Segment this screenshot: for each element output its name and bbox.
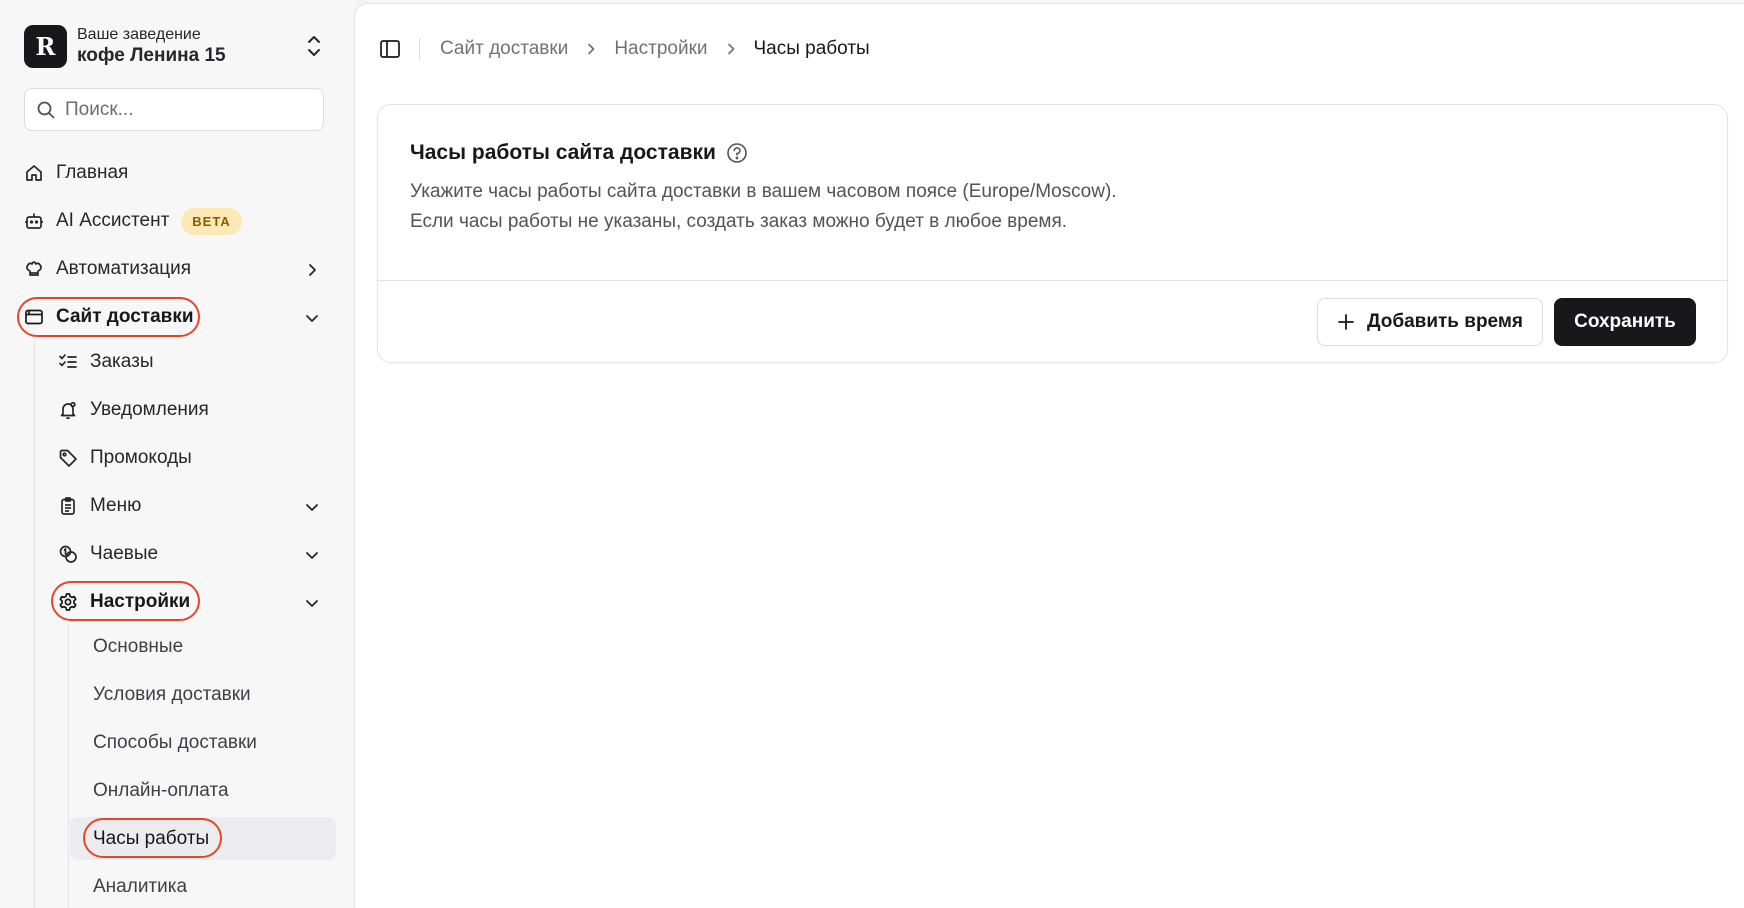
- tree-line-settings: [68, 625, 69, 908]
- sidebar-toggle-icon[interactable]: [379, 38, 401, 60]
- working-hours-card: Часы работы сайта доставки Укажите часы …: [377, 104, 1728, 363]
- workspace-label: Ваше заведение: [77, 26, 201, 43]
- add-time-button-label: Добавить время: [1366, 311, 1524, 332]
- nav-item-automation[interactable]: Автоматизация: [24, 252, 191, 286]
- breadcrumb-delivery-site[interactable]: Сайт доставки: [440, 38, 568, 60]
- bot-icon: [25, 213, 43, 229]
- search-icon: [37, 101, 55, 118]
- card-description-line-2: Если часы работы не указаны, создать зак…: [410, 211, 1068, 232]
- nav-item-delivery-methods[interactable]: Способы доставки: [93, 726, 257, 760]
- card-title: Часы работы сайта доставки: [410, 141, 716, 164]
- breadcrumb-current: Часы работы: [753, 38, 870, 59]
- nav-item-settings-label: Настройки: [90, 591, 191, 612]
- chevrons-up-down-icon: [308, 36, 320, 56]
- nav-item-delivery-conditions[interactable]: Условия доставки: [93, 678, 251, 712]
- browser-window-icon: [25, 309, 43, 325]
- chevron-down-icon[interactable]: [304, 547, 320, 563]
- nav-item-notifications-label: Уведомления: [90, 399, 209, 420]
- chevron-right-icon: [727, 43, 734, 55]
- nav-item-menu[interactable]: Меню: [58, 489, 141, 523]
- chevron-right-icon[interactable]: [304, 262, 320, 278]
- chevron-down-icon[interactable]: [304, 595, 320, 611]
- workspace-logo-letter: R: [35, 31, 56, 61]
- help-circle-icon[interactable]: [726, 142, 748, 164]
- nav-item-settings[interactable]: Настройки: [58, 585, 190, 619]
- nav-item-tips[interactable]: Чаевые: [58, 537, 158, 571]
- card-description-line-1: Укажите часы работы сайта доставки в ваш…: [410, 181, 1117, 202]
- nav-item-promocodes[interactable]: Промокоды: [58, 441, 192, 475]
- gear-icon: [59, 593, 77, 611]
- breadcrumb: Сайт доставки Настройки Часы работы: [440, 38, 870, 60]
- nav-item-basic[interactable]: Основные: [93, 630, 183, 664]
- nav-item-home[interactable]: Главная: [24, 156, 128, 190]
- nav-item-ai-label: AI Ассистент: [56, 210, 170, 231]
- nav-item-tips-label: Чаевые: [90, 543, 159, 564]
- nav-item-analytics[interactable]: Аналитика: [93, 870, 187, 904]
- nav-item-menu-label: Меню: [90, 495, 142, 516]
- nav-item-home-label: Главная: [56, 162, 129, 183]
- chevron-right-icon: [588, 43, 595, 55]
- chevron-down-icon[interactable]: [304, 499, 320, 515]
- nav-item-online-payment[interactable]: Онлайн-оплата: [93, 774, 229, 808]
- list-checks-icon: [59, 354, 77, 368]
- nav-item-notifications[interactable]: Уведомления: [58, 393, 209, 427]
- tree-line-delivery: [34, 340, 35, 908]
- plus-icon: [1338, 314, 1354, 330]
- top-bar: Сайт доставки Настройки Часы работы: [379, 34, 870, 64]
- save-button[interactable]: Сохранить: [1554, 298, 1696, 346]
- nav-item-orders-label: Заказы: [90, 351, 154, 372]
- nav-item-delivery-site-label: Сайт доставки: [56, 306, 194, 327]
- breadcrumb-settings[interactable]: Настройки: [614, 38, 707, 60]
- main-content: Сайт доставки Настройки Часы работы Часы…: [354, 3, 1744, 908]
- coins-icon: [59, 545, 77, 563]
- workspace-name: кофе Ленина 15: [77, 45, 226, 66]
- nav-item-ai-assistant[interactable]: AI Ассистент BETA: [24, 204, 242, 238]
- bell-icon: [60, 401, 76, 420]
- tag-icon: [59, 449, 77, 467]
- search-input[interactable]: [65, 98, 305, 121]
- home-icon: [26, 165, 42, 181]
- card-description: Укажите часы работы сайта доставки в ваш…: [410, 177, 1117, 237]
- clipboard-list-icon: [61, 497, 75, 515]
- workspace-info: Ваше заведение кофе Ленина 15: [77, 25, 304, 67]
- add-time-button[interactable]: Добавить время: [1317, 298, 1543, 346]
- workspace-logo: R: [24, 24, 67, 68]
- search-box[interactable]: [24, 88, 324, 131]
- card-title-row: Часы работы сайта доставки: [410, 141, 748, 165]
- nav-item-delivery-site[interactable]: Сайт доставки: [24, 300, 194, 334]
- nav-item-promocodes-label: Промокоды: [90, 447, 192, 468]
- chevron-down-icon[interactable]: [304, 310, 320, 326]
- sidebar: R Ваше заведение кофе Ленина 15 Главная …: [0, 0, 354, 908]
- nav-item-automation-label: Автоматизация: [56, 258, 191, 279]
- nav-item-orders[interactable]: Заказы: [58, 345, 154, 379]
- topbar-separator: [419, 38, 420, 60]
- workspace-switcher[interactable]: R Ваше заведение кофе Ленина 15: [24, 23, 324, 69]
- card-divider: [378, 280, 1727, 281]
- beta-badge: BETA: [181, 207, 242, 235]
- nav-item-working-hours[interactable]: Часы работы: [93, 822, 209, 856]
- chef-hat-icon: [26, 261, 42, 276]
